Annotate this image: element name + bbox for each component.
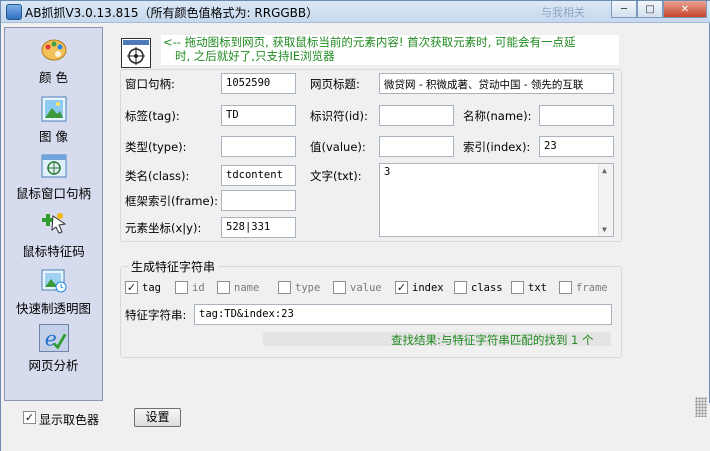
search-result-text: 查找结果:与特征字符串匹配的找到 1 个: [391, 333, 594, 347]
sidebar-item-transparent-image[interactable]: 快速制透明图: [5, 263, 102, 317]
id-label: 标识符(id):: [310, 109, 368, 123]
class-label: 类名(class):: [125, 169, 190, 183]
sidebar-item-label: 图 像: [39, 129, 68, 144]
hwnd-field[interactable]: 1052590: [221, 73, 296, 94]
sidebar-item-window-handle[interactable]: 鼠标窗口句柄: [5, 148, 102, 202]
type-label: 类型(type):: [125, 140, 187, 154]
svg-text:e: e: [45, 326, 57, 350]
window-controls: ─ □ ✕: [611, 1, 707, 19]
maximize-icon[interactable]: □: [637, 1, 663, 18]
class-field[interactable]: tdcontent: [221, 165, 296, 186]
feature-string-label: 特征字符串:: [125, 308, 187, 322]
drag-hint: <-- 拖动图标到网页, 获取鼠标当前的元素内容! 首次获取元素时, 可能会有一…: [161, 35, 619, 65]
value-label: 值(value):: [310, 140, 366, 154]
hwnd-label: 窗口句柄:: [125, 77, 175, 91]
crosshair-icon: [123, 40, 149, 65]
checkbox-tag[interactable]: [125, 281, 138, 294]
checkbox-txt-label: txt: [528, 282, 547, 294]
checkbox-class[interactable]: [454, 281, 467, 294]
sidebar-item-image[interactable]: 图 像: [5, 91, 102, 145]
sidebar-item-web-analysis[interactable]: e 网页分析: [5, 320, 102, 374]
coords-field[interactable]: 528|331: [221, 217, 296, 238]
frame-field[interactable]: [221, 190, 296, 211]
close-icon[interactable]: ✕: [663, 1, 707, 18]
value-field[interactable]: [379, 136, 454, 157]
checkbox-class-label: class: [471, 282, 503, 294]
type-field[interactable]: [221, 136, 296, 157]
coords-label: 元素坐标(x|y):: [125, 221, 202, 235]
settings-button[interactable]: 设置: [134, 408, 181, 427]
index-label: 索引(index):: [463, 140, 531, 154]
sidebar-item-cursor-feature[interactable]: 鼠标特征码: [5, 206, 102, 260]
title-bar[interactable]: AB抓抓V3.0.13.815（所有颜色值格式为: RRGGBB） 与我相关 ─…: [1, 1, 710, 23]
feature-string-field[interactable]: tag:TD&index:23: [194, 304, 612, 325]
frame-label: 框架索引(frame):: [125, 194, 218, 208]
sidebar: 颜 色 图 像 鼠标窗口句柄 鼠标特征码 快速制透明图 e 网页分析: [4, 27, 103, 401]
minimize-icon[interactable]: ─: [611, 1, 637, 18]
checkbox-type[interactable]: [278, 281, 291, 294]
checkbox-frame-label: frame: [576, 282, 608, 294]
id-field[interactable]: [379, 105, 454, 126]
app-window: AB抓抓V3.0.13.815（所有颜色值格式为: RRGGBB） 与我相关 ─…: [0, 0, 710, 451]
checkbox-id-label: id: [192, 282, 205, 294]
text-area-value: 3: [384, 166, 391, 178]
checkbox-type-label: type: [295, 282, 321, 294]
text-area-scrollbar[interactable]: ▲ ▼: [598, 164, 613, 236]
hint-line-1: <-- 拖动图标到网页, 获取鼠标当前的元素内容! 首次获取元素时, 可能会有一…: [163, 35, 576, 49]
sidebar-item-label: 鼠标特征码: [22, 244, 85, 259]
page-title-field[interactable]: 微贷网 - 积微成著、贷动中国 - 领先的互联: [379, 73, 614, 94]
checkbox-index[interactable]: [395, 281, 408, 294]
checkbox-name-label: name: [234, 282, 260, 294]
bottom-bar: [1, 403, 710, 451]
show-picker-label: 显示取色器: [39, 413, 100, 427]
checkbox-value-label: value: [350, 282, 382, 294]
checkbox-value[interactable]: [333, 281, 346, 294]
web-analysis-icon: e: [39, 324, 69, 352]
sidebar-item-label: 鼠标窗口句柄: [15, 186, 91, 201]
sidebar-item-color[interactable]: 颜 色: [5, 32, 102, 86]
background-window-title: 与我相关: [541, 6, 585, 19]
hint-line-2: 时, 之后就好了,只支持IE浏览器: [175, 49, 335, 63]
checkbox-name[interactable]: [217, 281, 230, 294]
cursor-feature-icon: [42, 213, 67, 234]
checkbox-txt[interactable]: [511, 281, 524, 294]
app-icon: [6, 4, 22, 20]
scroll-up-icon[interactable]: ▲: [602, 166, 607, 175]
scroll-down-icon[interactable]: ▼: [602, 225, 607, 234]
generate-group-title: 生成特征字符串: [128, 258, 219, 275]
palette-icon: [41, 39, 67, 61]
resize-grip[interactable]: [695, 397, 707, 417]
name-field[interactable]: [539, 105, 614, 126]
text-area[interactable]: 3 ▲ ▼: [379, 163, 614, 237]
transparent-image-icon: [41, 269, 67, 293]
index-field[interactable]: 23: [539, 136, 614, 157]
checkbox-index-label: index: [412, 282, 444, 294]
page-title-label: 网页标题:: [310, 77, 360, 91]
sidebar-item-label: 网页分析: [28, 358, 79, 373]
checkbox-tag-label: tag: [142, 282, 161, 294]
text-label: 文字(txt):: [310, 169, 362, 183]
sidebar-item-label: 快速制透明图: [15, 301, 91, 316]
window-handle-icon: [41, 154, 67, 178]
drag-finder-target[interactable]: [121, 38, 151, 68]
checkbox-id[interactable]: [175, 281, 188, 294]
sidebar-item-label: 颜 色: [39, 70, 68, 85]
image-icon: [41, 96, 67, 122]
window-title: AB抓抓V3.0.13.815（所有颜色值格式为: RRGGBB）: [25, 6, 319, 20]
tag-field[interactable]: TD: [221, 105, 296, 126]
checkbox-frame[interactable]: [559, 281, 572, 294]
tag-label: 标签(tag):: [125, 109, 180, 123]
name-label: 名称(name):: [463, 109, 532, 123]
show-picker-checkbox[interactable]: [23, 411, 36, 424]
